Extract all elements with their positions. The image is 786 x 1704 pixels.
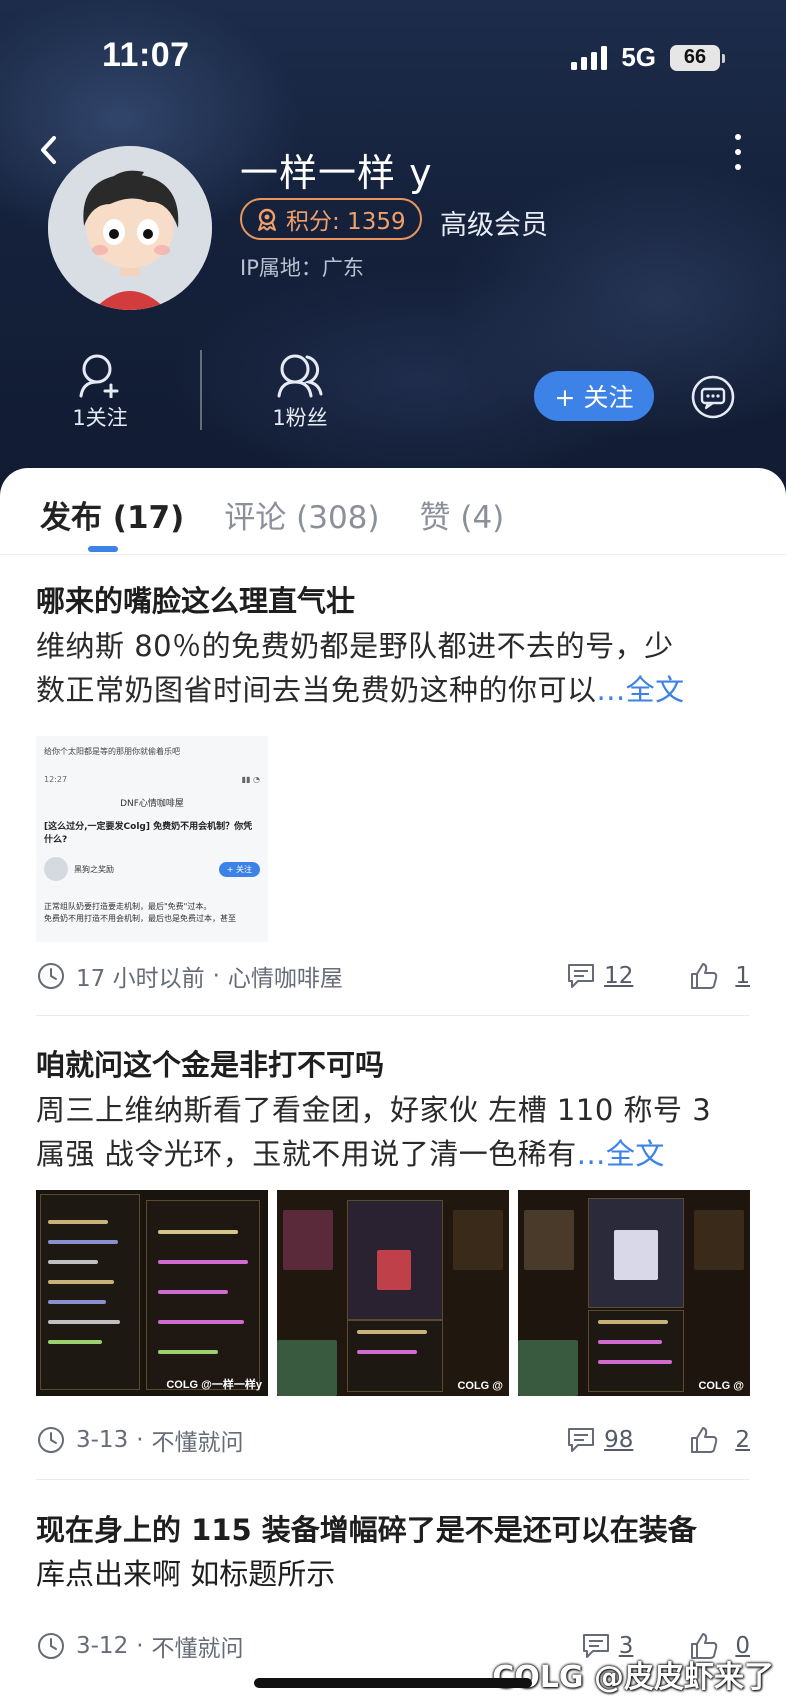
- meta-dot: ·: [136, 1427, 144, 1453]
- member-level: 高级会员: [440, 210, 548, 241]
- image-watermark: COLG @: [457, 1380, 503, 1392]
- thumb-time: 12:27: [44, 775, 68, 784]
- thumb-text: 正常组队奶要打造要走机制，最后"免费"过本。: [44, 902, 212, 911]
- meta-dot: ·: [136, 1633, 144, 1659]
- message-button[interactable]: [690, 374, 736, 420]
- post-title: 咱就问这个金是非打不可吗: [36, 1048, 385, 1082]
- avatar[interactable]: [48, 146, 212, 310]
- post-excerpt-line: 周三上维纳斯看了看金团，好家伙 左槽 110 称号 3: [36, 1093, 712, 1127]
- medal-icon: [258, 208, 276, 231]
- post-excerpt-line: 数正常奶图省时间去当免费奶这种的你可以: [36, 673, 597, 707]
- post-card[interactable]: 哪来的嘴脸这么理直气壮 维纳斯 80％的免费奶都是野队都进不去的号，少 数正常奶…: [36, 580, 750, 1000]
- thumb-title: [这么过分,一定要发Colg] 免费奶不用会机制？你凭什么?: [44, 822, 253, 845]
- status-time: 11:07: [102, 36, 190, 74]
- comment-count[interactable]: 12: [604, 963, 633, 989]
- more-dot-icon: [735, 134, 741, 140]
- post-title-line: 现在身上的 115 装备增幅碎了是不是还可以在装备: [36, 1513, 697, 1547]
- users-icon: [277, 354, 323, 398]
- post-image-grid: COLG @一样一样y COLG @ COLG @: [36, 1190, 750, 1396]
- post-divider: [36, 1015, 750, 1016]
- post-excerpt: 周三上维纳斯看了看金团，好家伙 左槽 110 称号 3 属强 战令光环，玉就不用…: [36, 1088, 750, 1176]
- like-count[interactable]: 1: [735, 963, 750, 989]
- tab-comments[interactable]: 评论 (308): [224, 492, 379, 537]
- follow-button[interactable]: + 关注: [534, 371, 654, 421]
- following-stat[interactable]: 1关注: [40, 352, 160, 432]
- thumb-avatar: [44, 857, 68, 881]
- profile-header: 11:07 5G 66 一样一样 y 积分: 1359 高级会员 IP属地：广东…: [0, 0, 786, 500]
- chevron-left-icon: [41, 136, 56, 164]
- read-more-link[interactable]: ...全文: [597, 673, 685, 707]
- clock-icon: [38, 1633, 64, 1659]
- image-watermark: COLG @一样一样y: [166, 1379, 262, 1391]
- clock-icon: [38, 1427, 64, 1453]
- post-time: 3-13: [76, 1427, 129, 1453]
- post-excerpt: 维纳斯 80％的免费奶都是野队都进不去的号，少 数正常奶图省时间去当免费奶这种的…: [36, 624, 750, 712]
- clock-icon: [38, 963, 64, 989]
- comment-icon: [568, 1428, 595, 1452]
- post-time: 3-12: [76, 1633, 129, 1659]
- post-excerpt-line: 属强 战令光环，玉就不用说了清一色稀有: [36, 1137, 577, 1171]
- post-board[interactable]: 心情咖啡屋: [228, 959, 343, 993]
- points-label: 积分: 1359: [286, 209, 406, 235]
- signal-icon: [571, 45, 608, 70]
- more-menu-button[interactable]: [732, 134, 744, 170]
- read-more-link[interactable]: ...全文: [577, 1137, 665, 1171]
- post-meta: 3-13 · 不懂就问 98 2: [36, 1420, 750, 1460]
- post-meta: 17 小时以前 · 心情咖啡屋 12 1: [36, 956, 750, 996]
- post-image[interactable]: 给你个太阳都是等的那朋你就偷着乐吧 12:27 ▮▮ ◔ DNF心情咖啡屋 [这么…: [36, 736, 268, 942]
- comment-icon: [568, 964, 595, 988]
- chat-bubble-icon: [691, 375, 735, 419]
- thumb-status-icons: ▮▮ ◔: [241, 775, 260, 784]
- tabs-divider: [0, 554, 786, 555]
- thumb-follow: + 关注: [218, 861, 260, 877]
- post-time: 17 小时以前: [76, 966, 205, 992]
- watermark: COLG @皮皮虾来了: [492, 1660, 774, 1695]
- thumb-text: 免费奶不用打造不用会机制，最后也是免费过本，甚至: [44, 914, 236, 923]
- tab-posts[interactable]: 发布 (17): [40, 492, 184, 537]
- post-title: 哪来的嘴脸这么理直气壮: [36, 584, 356, 618]
- profile-tabs: 发布 (17) 评论 (308) 赞 (4): [40, 492, 504, 537]
- more-dot-icon: [735, 164, 741, 170]
- network-label: 5G: [621, 42, 656, 72]
- battery-icon: 66: [670, 44, 725, 71]
- points-badge[interactable]: 积分: 1359: [240, 198, 422, 240]
- home-indicator[interactable]: [254, 1678, 532, 1688]
- following-count: 1关注: [72, 406, 128, 430]
- more-dot-icon: [735, 149, 741, 155]
- image-watermark: COLG @: [698, 1380, 744, 1392]
- post-image[interactable]: COLG @: [277, 1190, 509, 1396]
- followers-count: 1粉丝: [272, 406, 328, 430]
- thumbs-up-icon: [691, 963, 718, 989]
- thumb-caption: 给你个太阳都是等的那朋你就偷着乐吧: [44, 747, 180, 756]
- like-count[interactable]: 2: [735, 1427, 750, 1453]
- post-divider: [36, 1479, 750, 1480]
- status-indicators: 5G 66: [571, 42, 725, 73]
- active-tab-indicator: [88, 546, 118, 552]
- user-plus-icon: [79, 354, 119, 398]
- content-sheet: 发布 (17) 评论 (308) 赞 (4) 哪来的嘴脸这么理直气壮 维纳斯 8…: [0, 468, 786, 1704]
- post-card[interactable]: 咱就问这个金是非打不可吗 周三上维纳斯看了看金团，好家伙 左槽 110 称号 3…: [36, 1044, 750, 1464]
- tab-likes[interactable]: 赞 (4): [420, 492, 505, 537]
- post-board[interactable]: 不懂就问: [152, 1629, 244, 1663]
- back-button[interactable]: [34, 132, 64, 168]
- username: 一样一样 y: [240, 151, 433, 195]
- meta-dot: ·: [212, 963, 220, 989]
- stats-divider: [200, 350, 202, 430]
- post-image[interactable]: COLG @: [518, 1190, 750, 1396]
- thumb-author: 黑狗之奖励: [74, 864, 114, 874]
- post-excerpt-line: 维纳斯 80％的免费奶都是野队都进不去的号，少: [36, 629, 674, 663]
- post-image[interactable]: COLG @一样一样y: [36, 1190, 268, 1396]
- thumbs-up-icon: [691, 1427, 718, 1453]
- avatar-illustration: [48, 146, 212, 310]
- ip-location: IP属地：广东: [240, 256, 364, 280]
- comment-count[interactable]: 98: [604, 1427, 633, 1453]
- followers-stat[interactable]: 1粉丝: [240, 352, 360, 432]
- post-title-line: 库点出来啊 如标题所示: [36, 1557, 336, 1591]
- post-title: 现在身上的 115 装备增幅碎了是不是还可以在装备 库点出来啊 如标题所示: [36, 1508, 750, 1596]
- post-board[interactable]: 不懂就问: [152, 1423, 244, 1457]
- thumb-header: DNF心情咖啡屋: [120, 799, 184, 809]
